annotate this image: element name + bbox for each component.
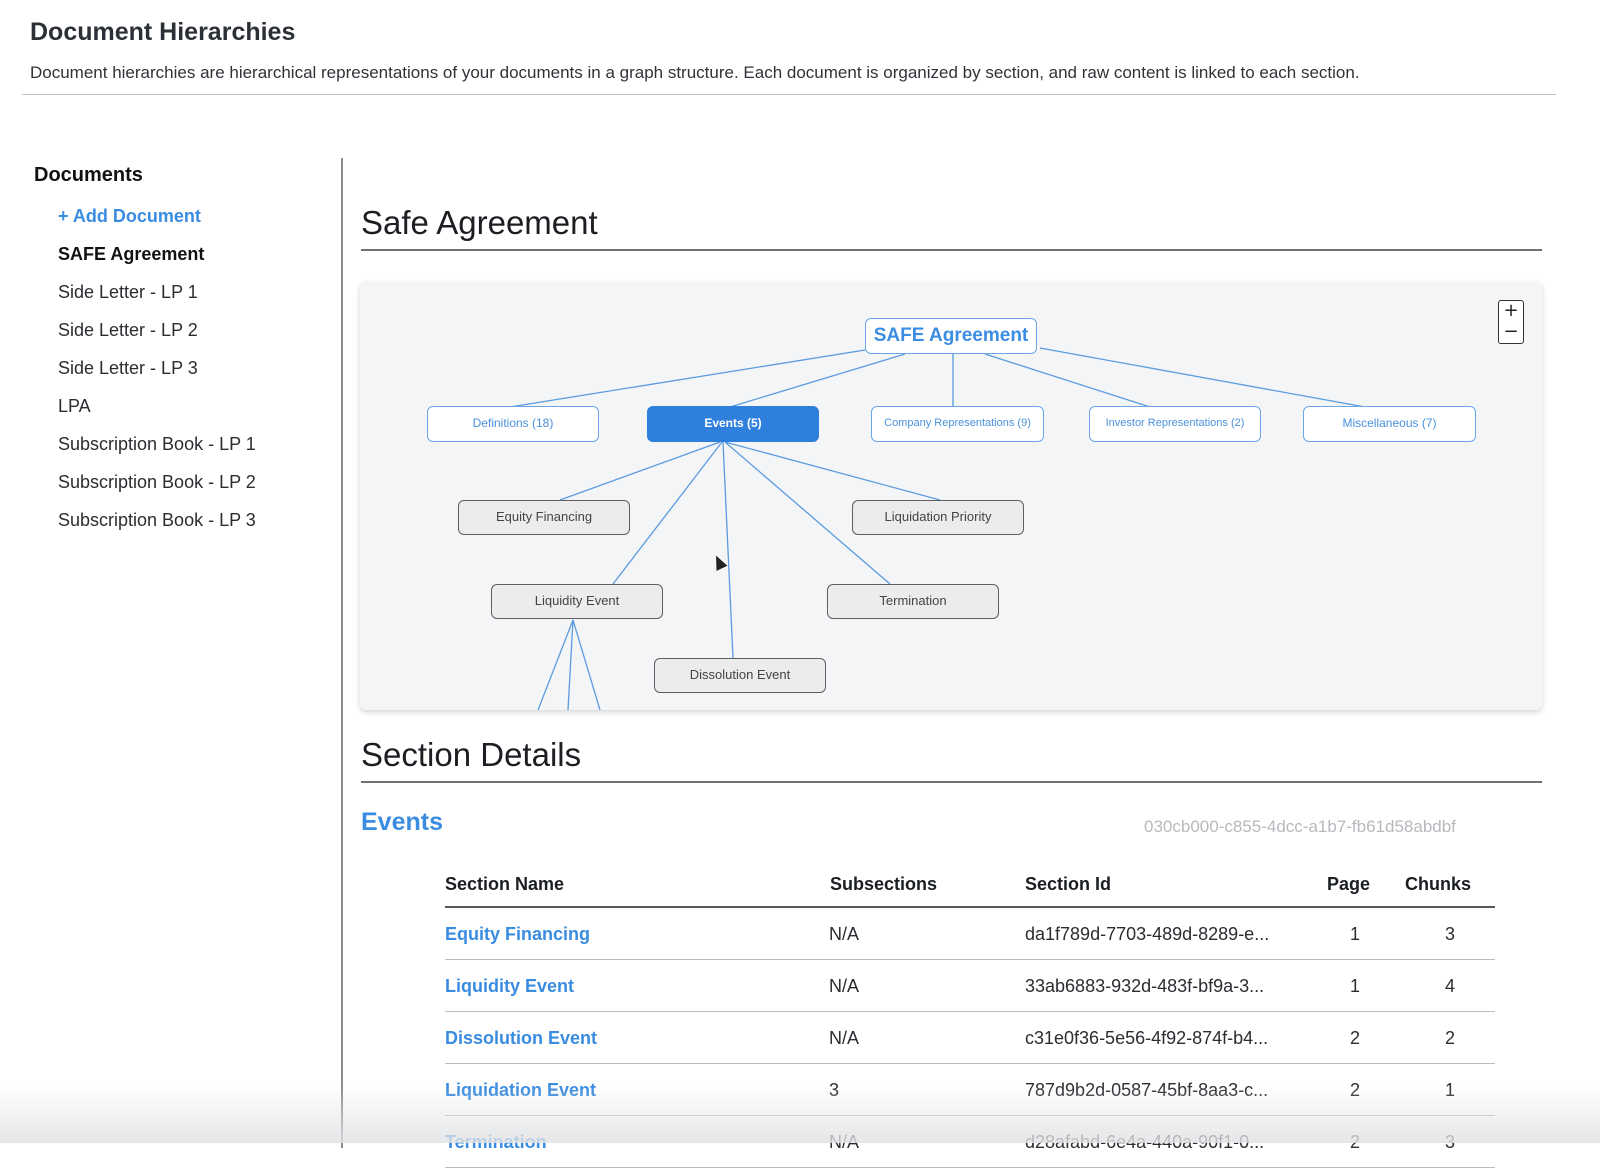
row-subsections: 3 — [829, 1080, 840, 1100]
document-title: Safe Agreement — [361, 204, 598, 241]
node-dissolution-event[interactable]: Dissolution Event — [654, 658, 826, 693]
row-page: 1 — [1349, 976, 1360, 996]
section-details-heading: Section Details — [361, 736, 582, 773]
table-row[interactable]: Equity Financing N/A da1f789d-7703-489d-… — [445, 908, 1495, 960]
sidebar-item-side-letter-lp3[interactable]: Side Letter - LP 3 — [58, 358, 198, 379]
table-row[interactable]: Liquidation Event 3 787d9b2d-0587-45bf-8… — [445, 1064, 1495, 1116]
node-root[interactable]: SAFE Agreement — [865, 318, 1037, 354]
column-header-chunks[interactable]: Chunks — [1405, 874, 1471, 895]
row-subsections: N/A — [829, 1028, 860, 1048]
edge-root-misc — [1039, 347, 1366, 408]
node-liquidity-event[interactable]: Liquidity Event — [491, 584, 663, 619]
sidebar-item-subscription-book-lp1[interactable]: Subscription Book - LP 1 — [58, 434, 256, 455]
column-header-section-name[interactable]: Section Name — [445, 874, 564, 895]
edge-liquidity-child-3 — [572, 619, 601, 710]
edge-events-equity — [559, 441, 721, 501]
table-row[interactable]: Termination N/A d28afabd-6e4a-440a-90f1-… — [445, 1116, 1495, 1168]
sidebar-item-subscription-book-lp3[interactable]: Subscription Book - LP 3 — [58, 510, 256, 531]
document-title-divider — [361, 249, 1542, 251]
node-miscellaneous[interactable]: Miscellaneous (7) — [1303, 406, 1476, 442]
edge-root-investor — [984, 353, 1151, 408]
row-section-name[interactable]: Equity Financing — [445, 924, 590, 945]
section-title: Events — [361, 808, 443, 836]
node-definitions[interactable]: Definitions (18) — [427, 406, 599, 442]
node-liquidation-priority[interactable]: Liquidation Priority — [852, 500, 1024, 535]
sidebar-item-side-letter-lp1[interactable]: Side Letter - LP 1 — [58, 282, 198, 303]
column-header-page[interactable]: Page — [1327, 874, 1370, 895]
section-id: 030cb000-c855-4dcc-a1b7-fb61d58abdbf — [1144, 817, 1456, 836]
row-page: 2 — [1349, 1080, 1360, 1100]
node-events[interactable]: Events (5) — [647, 406, 819, 442]
zoom-control: + − — [1498, 300, 1524, 344]
hierarchy-graph[interactable]: + − SAFE Agreement Definitions (18) Even… — [360, 282, 1542, 710]
node-termination[interactable]: Termination — [827, 584, 999, 619]
zoom-out-button[interactable]: − — [1499, 322, 1523, 343]
sidebar-title: Documents — [34, 164, 143, 186]
section-details-divider — [361, 781, 1542, 783]
sidebar-item-side-letter-lp2[interactable]: Side Letter - LP 2 — [58, 320, 198, 341]
table-row[interactable]: Liquidity Event N/A 33ab6883-932d-483f-b… — [445, 960, 1495, 1012]
row-chunks: 4 — [1444, 976, 1455, 996]
node-company-representations[interactable]: Company Representations (9) — [871, 406, 1044, 442]
row-page: 1 — [1349, 924, 1360, 944]
edge-liquidity-child-2 — [567, 619, 574, 710]
row-section-id: 33ab6883-932d-483f-bf9a-3... — [1025, 976, 1265, 996]
row-section-name[interactable]: Liquidity Event — [445, 976, 574, 997]
row-section-name[interactable]: Liquidation Event — [445, 1080, 596, 1101]
page-description: Document hierarchies are hierarchical re… — [30, 63, 1360, 82]
row-chunks: 2 — [1444, 1028, 1455, 1048]
row-subsections: N/A — [829, 976, 860, 996]
row-subsections: N/A — [829, 924, 860, 944]
row-section-id: 787d9b2d-0587-45bf-8aa3-c... — [1025, 1080, 1269, 1100]
edge-events-liquidation-priority — [724, 441, 941, 501]
zoom-in-button[interactable]: + — [1499, 301, 1523, 322]
header-divider — [22, 94, 1556, 95]
sidebar-divider — [341, 158, 343, 1148]
row-section-id: da1f789d-7703-489d-8289-e... — [1025, 924, 1270, 944]
sidebar-item-safe-agreement[interactable]: SAFE Agreement — [58, 244, 204, 265]
node-equity-financing[interactable]: Equity Financing — [458, 500, 630, 535]
table-row[interactable]: Dissolution Event N/A c31e0f36-5e56-4f92… — [445, 1012, 1495, 1064]
column-header-section-id[interactable]: Section Id — [1025, 874, 1111, 895]
edge-root-events — [729, 353, 906, 408]
add-document-link[interactable]: + Add Document — [58, 206, 201, 227]
edge-events-dissolution — [722, 441, 734, 659]
row-page: 2 — [1349, 1028, 1360, 1048]
row-section-name[interactable]: Dissolution Event — [445, 1028, 597, 1049]
node-investor-representations[interactable]: Investor Representations (2) — [1089, 406, 1261, 442]
column-header-subsections[interactable]: Subsections — [830, 874, 937, 895]
sidebar-item-lpa[interactable]: LPA — [58, 396, 91, 417]
edge-root-definitions — [509, 349, 866, 408]
row-chunks: 3 — [1444, 924, 1455, 944]
sidebar-item-subscription-book-lp2[interactable]: Subscription Book - LP 2 — [58, 472, 256, 493]
page-title: Document Hierarchies — [30, 18, 296, 46]
row-section-id: c31e0f36-5e56-4f92-874f-b4... — [1025, 1028, 1269, 1048]
edge-liquidity-child-1 — [537, 619, 574, 710]
row-chunks: 1 — [1444, 1080, 1455, 1100]
